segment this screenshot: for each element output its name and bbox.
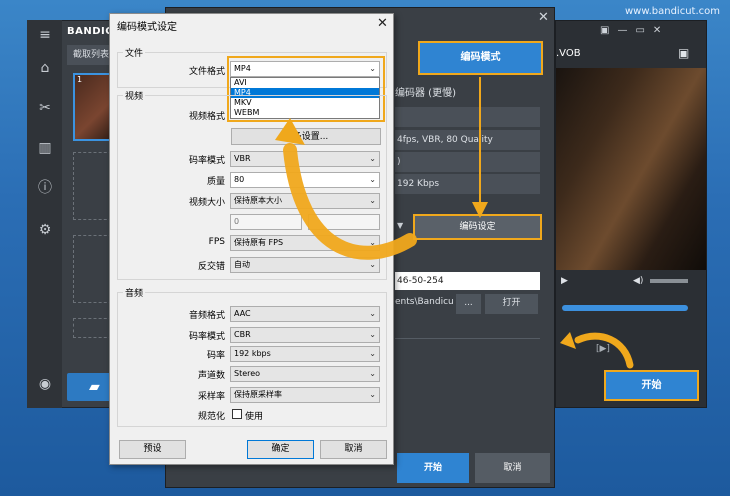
normalize-checkbox[interactable] [232, 409, 242, 419]
watermark: www.bandicut.com [624, 6, 720, 17]
folder-icon: ▰ [89, 379, 100, 395]
sidebar [27, 20, 62, 408]
menu-icon[interactable]: ≡ [37, 27, 53, 43]
samplerate-value: 保持原采样率 [234, 390, 282, 399]
filename-field[interactable]: 46-50-254 [395, 272, 540, 290]
audio-format-select[interactable]: AAC ⌄ [230, 306, 380, 322]
open-folder-button[interactable]: ▰ [67, 373, 112, 401]
volume-slider[interactable] [650, 279, 688, 283]
bitrate-select[interactable]: 192 kbps ⌄ [230, 346, 380, 362]
tab-cut-list[interactable]: 截取列表 [67, 45, 111, 65]
file-group-label: 文件 [123, 46, 146, 59]
quality-value: 80 [234, 175, 245, 184]
channels-label: 声道数 [197, 371, 225, 381]
rate-mode-value: VBR [234, 154, 251, 163]
quality-label: 质量 [206, 177, 225, 187]
start-button-right[interactable]: 开始 [604, 370, 699, 401]
dialog-title: 编码模式设定 [117, 22, 177, 33]
chevron-down-icon: ⌄ [369, 330, 376, 339]
width-input[interactable]: 0 [230, 214, 302, 230]
time-marker: [▶] [596, 344, 610, 354]
audio-rate-mode-label: 码率模式 [188, 332, 225, 342]
camera-icon[interactable]: ▣ [678, 46, 689, 60]
deinterlace-value: 自动 [234, 260, 250, 269]
cancel-button[interactable]: 取消 [475, 453, 550, 483]
info-row: 192 Kbps [395, 174, 540, 194]
video-size-label: 视频大小 [188, 198, 225, 208]
deinterlace-label: 反交错 [197, 262, 225, 272]
info-row [395, 107, 540, 127]
audio-format-value: AAC [234, 309, 251, 318]
rate-mode-select[interactable]: VBR ⌄ [230, 151, 380, 167]
open-folder-button-2[interactable]: 打开 [485, 294, 538, 314]
video-format-label: 视频格式 [188, 112, 225, 122]
ok-button[interactable]: 确定 [247, 440, 314, 459]
chevron-down-icon: ⌄ [369, 349, 376, 358]
video-preview[interactable] [556, 68, 706, 270]
channels-select[interactable]: Stereo ⌄ [230, 366, 380, 382]
bitrate-label: 码率 [206, 351, 225, 361]
audio-format-label: 音频格式 [188, 311, 225, 321]
chevron-down-icon: ⌄ [369, 390, 376, 399]
info-row: 4fps, VBR, 80 Quality [395, 130, 540, 150]
thumb-number: 1 [77, 75, 83, 84]
normalize-check-label: 使用 [245, 412, 264, 422]
video-size-select[interactable]: 保持原本大小 ⌄ [230, 193, 380, 209]
width-value: 0 [234, 217, 240, 226]
dialog-cancel-button[interactable]: 取消 [320, 440, 387, 459]
close-icon[interactable]: ✕ [538, 10, 549, 25]
settings-icon[interactable]: ⚙ [37, 222, 53, 238]
chevron-down-icon: ⌄ [369, 369, 376, 378]
encoder-mode-text: 编码器 (更慢) [395, 88, 456, 99]
seek-bar[interactable] [562, 305, 688, 311]
quality-select[interactable]: 80 ⌄ [230, 172, 380, 188]
preset-button[interactable]: 预设 [119, 440, 186, 459]
rate-mode-label: 码率模式 [188, 156, 225, 166]
video-size-value: 保持原本大小 [234, 196, 282, 205]
file-title: .VOB [556, 48, 581, 59]
cut-icon[interactable]: ✂ [37, 100, 53, 116]
app-logo: BANDIC [67, 26, 114, 37]
chevron-down-icon: ⌄ [369, 238, 376, 247]
output-path: ents\Bandicu [395, 297, 454, 307]
info-icon[interactable]: ⓘ [37, 180, 53, 196]
volume-icon[interactable]: ◀) [633, 276, 643, 286]
window-controls[interactable]: ▣—▭✕ [600, 25, 669, 36]
start-button[interactable]: 开始 [397, 453, 469, 483]
samplerate-label: 采样率 [197, 392, 225, 402]
chevron-down-icon: ⌄ [369, 196, 376, 205]
samplerate-select[interactable]: 保持原采样率 ⌄ [230, 387, 380, 403]
chevron-down-icon[interactable]: ▼ [397, 221, 403, 230]
chevron-down-icon: ⌄ [369, 260, 376, 269]
fps-label: FPS [208, 237, 225, 247]
file-format-label: 文件格式 [188, 67, 225, 77]
divider [395, 338, 540, 339]
browse-button[interactable]: ... [456, 294, 481, 314]
more-settings-button[interactable]: 更多设置... [231, 128, 381, 145]
normalize-label: 规范化 [197, 412, 225, 422]
chevron-down-icon: ⌄ [369, 309, 376, 318]
video-group-label: 视频 [123, 89, 146, 102]
encode-settings-button[interactable]: 编码设定 [413, 214, 542, 240]
fps-select[interactable]: 保持原有 FPS ⌄ [230, 235, 380, 251]
bitrate-value: 192 kbps [234, 349, 271, 358]
audio-rate-mode-select[interactable]: CBR ⌄ [230, 327, 380, 343]
home-icon[interactable]: ⌂ [37, 60, 53, 76]
audio-group-label: 音频 [123, 286, 146, 299]
chevron-down-icon: ⌄ [369, 154, 376, 163]
channels-value: Stereo [234, 369, 261, 378]
join-icon[interactable]: ▥ [37, 140, 53, 156]
fps-value: 保持原有 FPS [234, 238, 284, 247]
deinterlace-select[interactable]: 自动 ⌄ [230, 257, 380, 273]
encode-mode-button[interactable]: 编码模式 [418, 41, 543, 75]
close-icon[interactable]: ✕ [377, 16, 388, 31]
info-row: ) [395, 152, 540, 172]
height-input[interactable] [308, 214, 380, 230]
play-icon[interactable]: ▶ [561, 276, 568, 286]
chevron-down-icon: ⌄ [369, 175, 376, 184]
record-icon[interactable]: ◉ [37, 376, 53, 392]
audio-rate-mode-value: CBR [234, 330, 251, 339]
